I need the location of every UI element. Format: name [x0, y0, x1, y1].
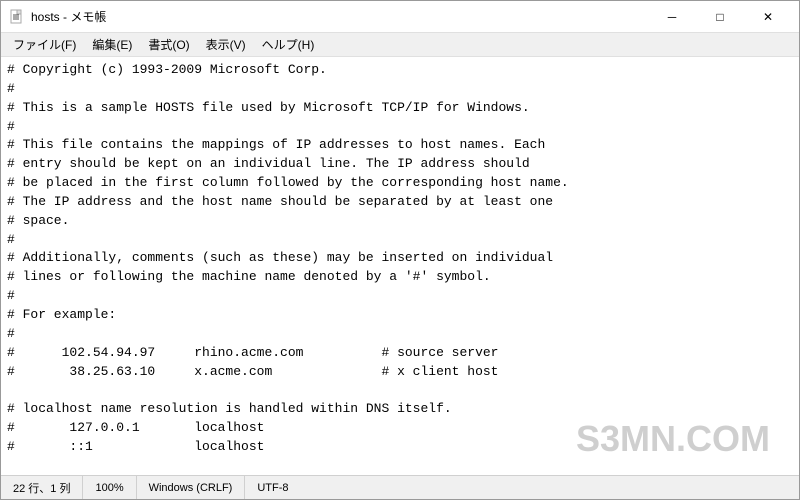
menu-view[interactable]: 表示(V) — [198, 34, 254, 55]
text-editor[interactable] — [7, 61, 793, 471]
minimize-button[interactable]: ─ — [649, 3, 695, 31]
menu-bar: ファイル(F) 編集(E) 書式(O) 表示(V) ヘルプ(H) — [1, 33, 799, 57]
status-bar: 22 行、1 列 100% Windows (CRLF) UTF-8 — [1, 475, 799, 499]
title-bar-left: hosts - メモ帳 — [9, 8, 106, 25]
close-button[interactable]: ✕ — [745, 3, 791, 31]
title-bar: hosts - メモ帳 ─ □ ✕ — [1, 1, 799, 33]
window-title: hosts - メモ帳 — [31, 8, 106, 25]
maximize-button[interactable]: □ — [697, 3, 743, 31]
line-ending: Windows (CRLF) — [137, 476, 246, 499]
window-controls: ─ □ ✕ — [649, 3, 791, 31]
menu-format[interactable]: 書式(O) — [140, 34, 197, 55]
notepad-window: hosts - メモ帳 ─ □ ✕ ファイル(F) 編集(E) 書式(O) 表示… — [0, 0, 800, 500]
editor-container[interactable] — [1, 57, 799, 475]
menu-help[interactable]: ヘルプ(H) — [254, 34, 323, 55]
zoom-level: 100% — [83, 476, 136, 499]
encoding: UTF-8 — [245, 476, 300, 499]
cursor-position: 22 行、1 列 — [1, 476, 83, 499]
app-icon — [9, 9, 25, 25]
menu-edit[interactable]: 編集(E) — [84, 34, 140, 55]
menu-file[interactable]: ファイル(F) — [5, 34, 84, 55]
